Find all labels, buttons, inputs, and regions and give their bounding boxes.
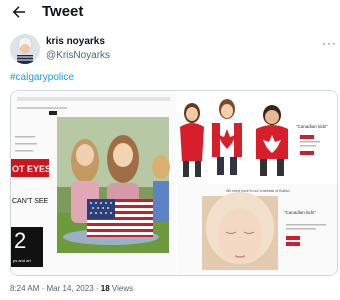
media-image-3[interactable]: We need more in our a website of Bullish… <box>178 184 337 275</box>
hashtag-link[interactable]: #calgarypolice <box>10 72 74 83</box>
tweet-date[interactable]: Mar 14, 2023 <box>47 284 94 293</box>
views-label: Views <box>111 284 134 293</box>
author-name[interactable]: kris noyarks <box>46 36 105 47</box>
more-options-icon[interactable]: ··· <box>322 36 337 50</box>
media-image-1[interactable]: OT EYES CAN'T SEE 2 ps and art <box>11 91 176 275</box>
caption-text-3: "Canadian kids" <box>284 210 316 215</box>
page-title: Tweet <box>42 3 84 20</box>
top-bar: Tweet <box>0 0 340 28</box>
tweet-time[interactable]: 8:24 AM <box>10 284 39 293</box>
media-image-3-graphic: We need more in our a website of Bullish… <box>178 184 337 275</box>
meta-separator: · <box>95 284 99 293</box>
author-handle[interactable]: @KrisNoyarks <box>46 50 110 61</box>
media-image-1-graphic: OT EYES CAN'T SEE 2 ps and art <box>11 91 176 275</box>
number-text: 2 <box>14 228 26 253</box>
avatar-image <box>10 34 40 64</box>
meta-separator: · <box>41 284 45 293</box>
tweet-meta: 8:24 AM · Mar 14, 2023 · 18 Views <box>10 284 133 293</box>
side-text: CAN'T SEE <box>12 198 49 205</box>
avatar[interactable] <box>10 34 40 64</box>
media-image-2[interactable]: "Canadian kids" <box>178 91 337 182</box>
bottom-text: ps and art <box>13 258 32 263</box>
banner-text: OT EYES <box>12 164 51 174</box>
media-grid: OT EYES CAN'T SEE 2 ps and art "Canadian… <box>10 90 338 276</box>
media-image-2-graphic: "Canadian kids" <box>178 91 337 182</box>
us-flag-graphic <box>87 199 153 237</box>
back-arrow-icon[interactable] <box>10 3 28 21</box>
views-count: 18 <box>100 284 110 293</box>
caption-text-2: "Canadian kids" <box>296 124 328 129</box>
